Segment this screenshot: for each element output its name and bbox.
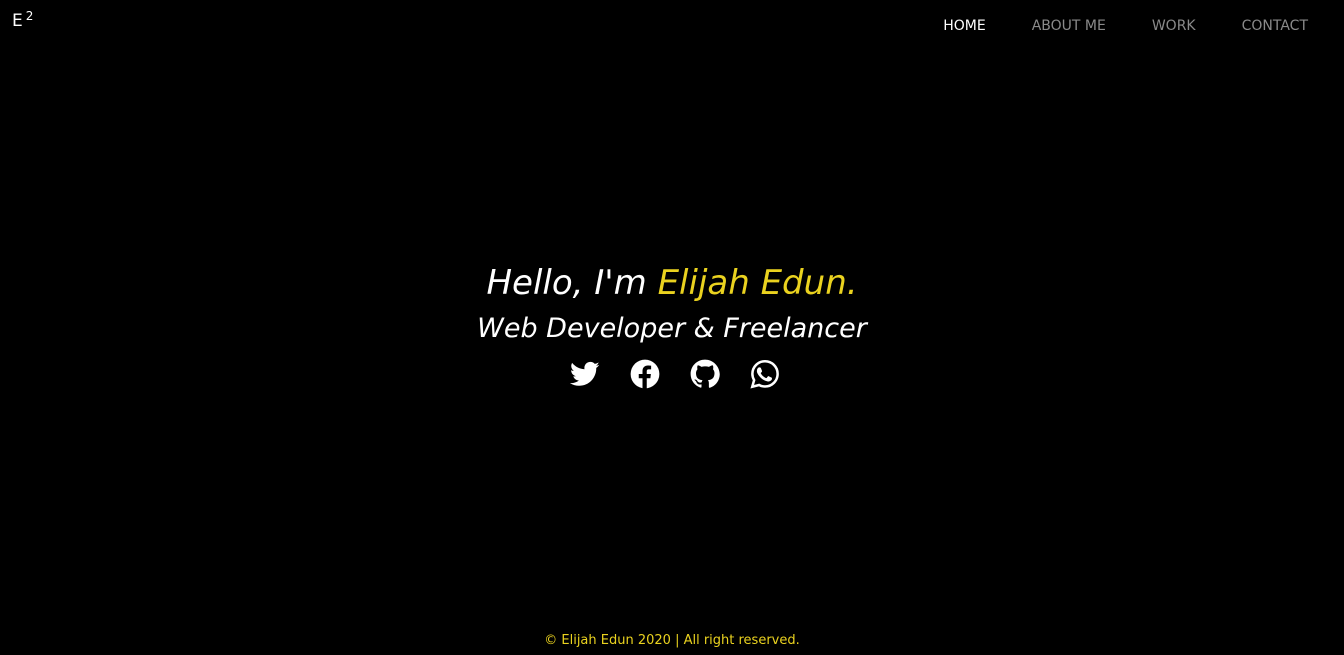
page: E2 HOME ABOUT ME WORK CONTACT Hello, I'm… [0,0,1344,655]
nav-home-link[interactable]: HOME [943,18,985,34]
github-link[interactable] [690,359,720,389]
hero-tagline: Web Developer & Freelancer [477,313,867,344]
hero-section: Hello, I'm Elijah Edun. Web Developer & … [0,262,1344,389]
hero-greeting: Hello, I'm [486,263,658,303]
nav-contact-link[interactable]: CONTACT [1242,18,1308,34]
whatsapp-icon [750,359,779,389]
social-links [0,359,1344,389]
hero-headline: Hello, I'm Elijah Edun. [0,262,1344,304]
site-logo[interactable]: E2 [12,10,33,31]
twitter-link[interactable] [570,359,600,389]
facebook-link[interactable] [630,359,660,389]
footer: © Elijah Edun 2020 | All right reserved. [0,632,1344,650]
logo-superscript: 2 [25,9,34,23]
hero-name: Elijah Edun. [657,263,858,303]
facebook-icon [630,359,660,389]
github-icon [690,359,720,388]
logo-letter: E [12,11,23,31]
main-nav: HOME ABOUT ME WORK CONTACT [943,18,1308,34]
footer-copyright: © Elijah Edun 2020 | All right reserved. [544,633,800,648]
nav-work-link[interactable]: WORK [1152,18,1196,34]
whatsapp-link[interactable] [750,359,780,389]
twitter-icon [570,361,600,386]
nav-about-link[interactable]: ABOUT ME [1032,18,1106,34]
